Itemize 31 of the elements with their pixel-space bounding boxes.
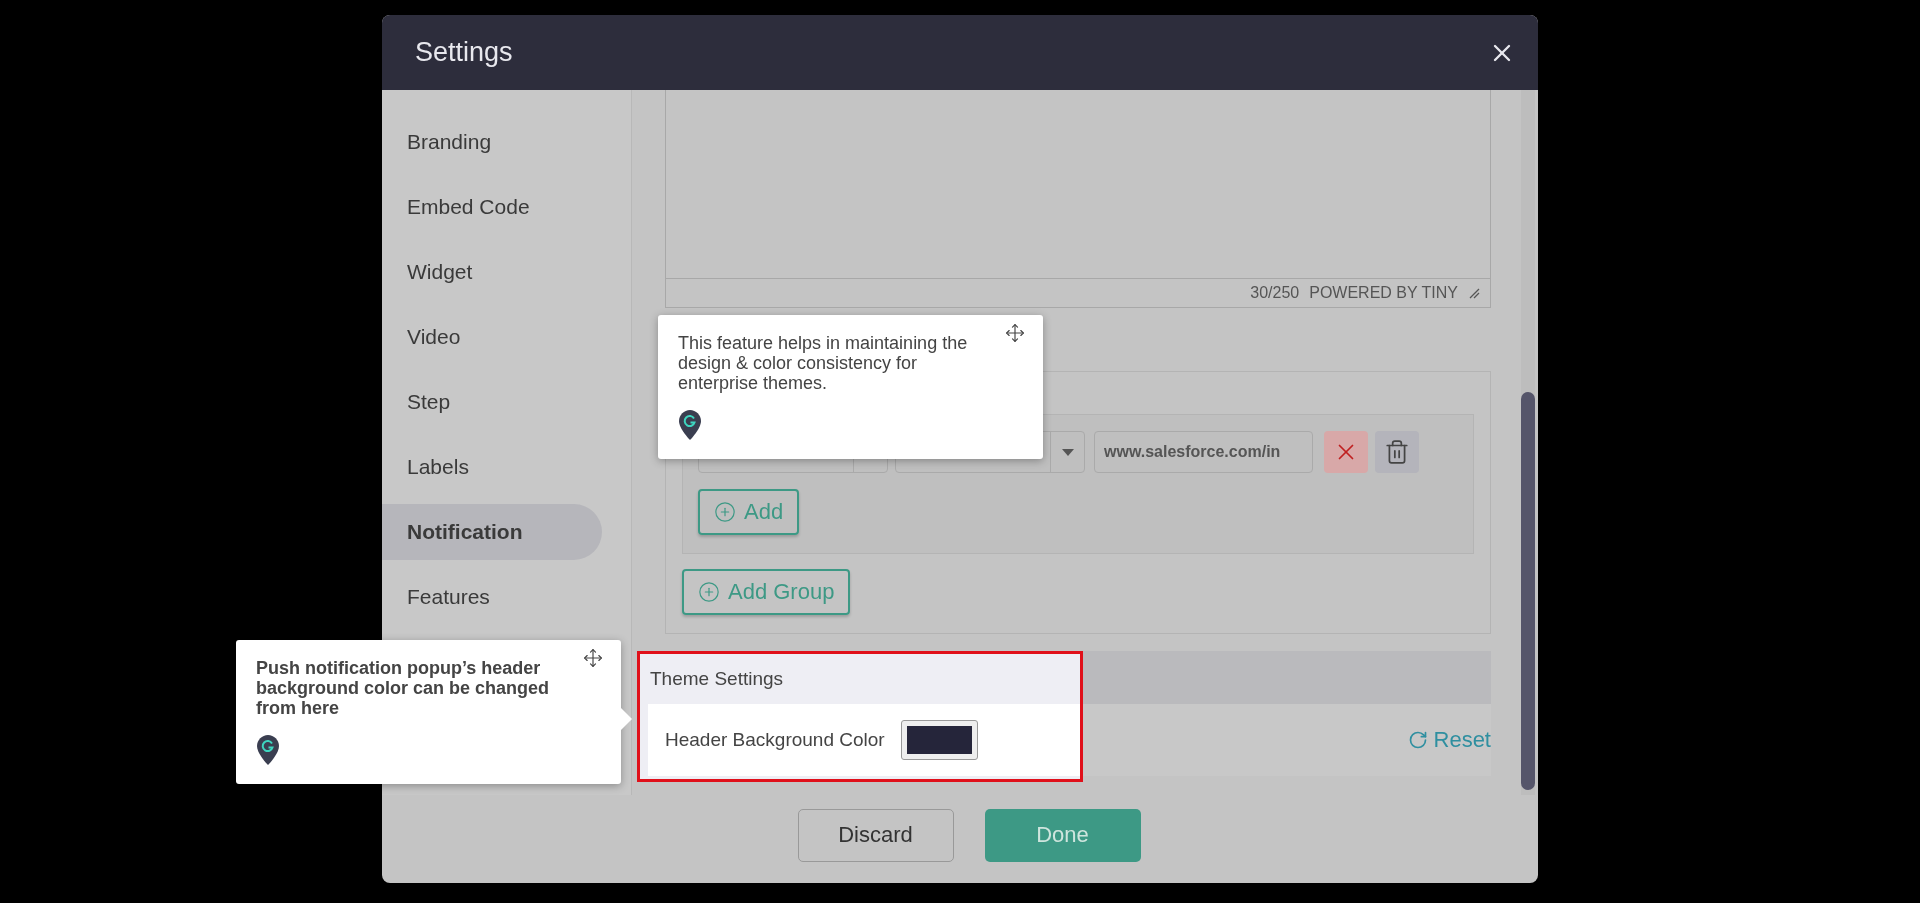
character-counter: 30/250 bbox=[1250, 284, 1300, 302]
move-icon[interactable] bbox=[583, 648, 603, 668]
plus-circle-icon bbox=[714, 501, 736, 523]
setting-label: Header Background Color bbox=[665, 729, 885, 751]
delete-button[interactable] bbox=[1375, 431, 1419, 473]
section-title: Theme Settings bbox=[649, 667, 785, 691]
text-editor[interactable]: 30/250 POWERED BY TINY bbox=[665, 90, 1491, 308]
caret-icon bbox=[1061, 448, 1074, 456]
refresh-icon bbox=[1407, 730, 1428, 750]
sidebar-item[interactable]: Branding bbox=[382, 114, 602, 170]
color-picker[interactable] bbox=[900, 720, 978, 760]
sidebar-item[interactable]: Features bbox=[382, 569, 602, 625]
discard-button[interactable]: Discard bbox=[797, 808, 954, 862]
resize-handle-icon[interactable] bbox=[1468, 287, 1480, 299]
editor-branding: POWERED BY TINY bbox=[1309, 284, 1458, 302]
dialog-title: Settings bbox=[415, 37, 513, 68]
location-pin-icon bbox=[256, 734, 280, 766]
tooltip-text: This feature helps in maintaining the design & color consistency for enterprise themes. bbox=[678, 333, 969, 393]
scrollbar[interactable] bbox=[1521, 90, 1535, 795]
move-icon[interactable] bbox=[1005, 323, 1025, 343]
tooltip-text: Push notification popup’s header background color can be changed from here bbox=[256, 658, 551, 718]
location-pin-icon bbox=[678, 409, 702, 441]
sidebar-item[interactable]: Widget bbox=[382, 244, 602, 300]
sidebar-item[interactable]: Labels bbox=[382, 439, 602, 495]
plus-circle-icon bbox=[698, 581, 720, 603]
url-field[interactable]: www.salesforce.com/in bbox=[1094, 431, 1313, 473]
sidebar-item[interactable]: Step bbox=[382, 374, 602, 430]
sidebar-item[interactable]: Embed Code bbox=[382, 179, 602, 235]
trash-icon bbox=[1384, 439, 1410, 465]
sidebar-item[interactable]: Notification bbox=[382, 504, 602, 560]
sidebar-item[interactable]: Video bbox=[382, 309, 602, 365]
